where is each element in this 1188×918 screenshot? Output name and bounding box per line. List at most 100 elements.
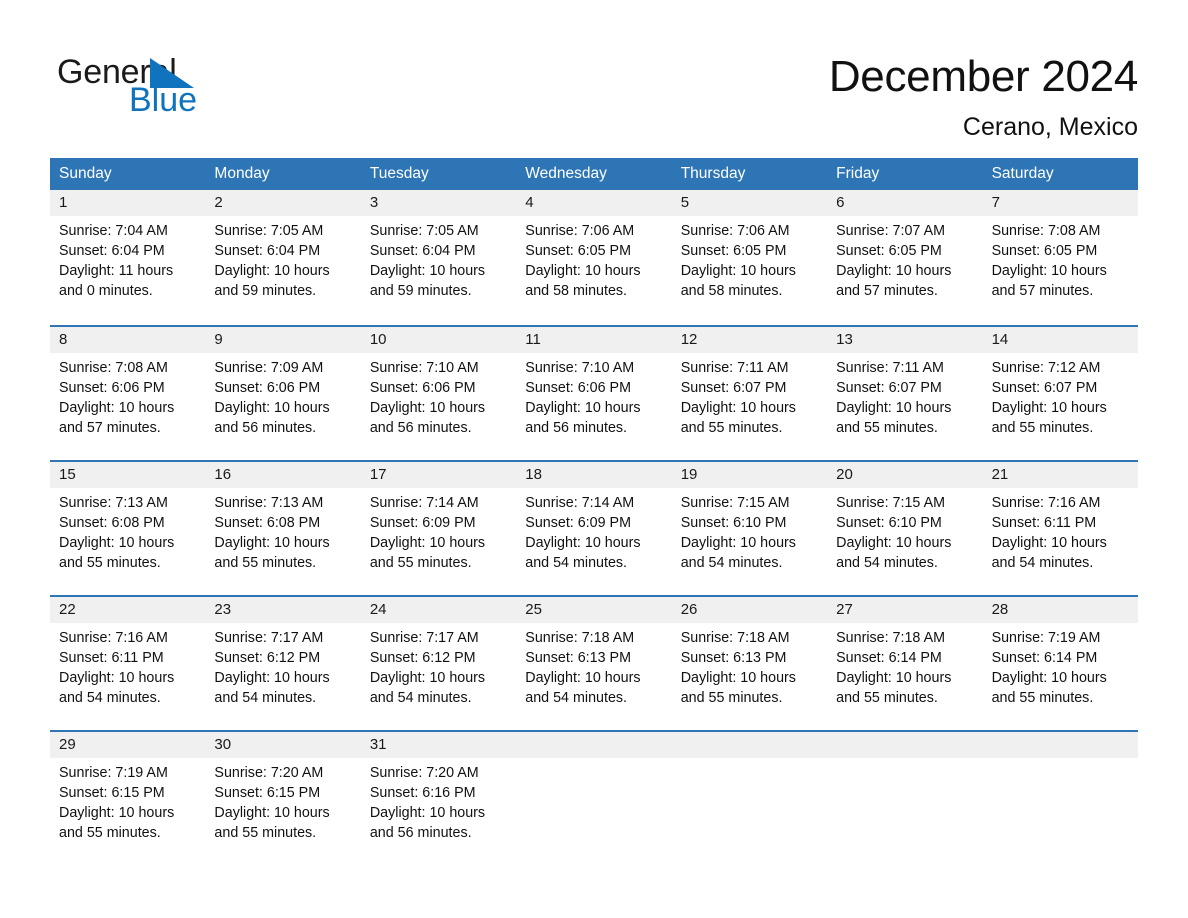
- calendar-day-cell-empty: [671, 732, 828, 865]
- calendar-day-cell[interactable]: 18 Sunrise: 7:14 AM Sunset: 6:09 PM Dayli…: [516, 462, 672, 595]
- day-number: 26: [671, 597, 828, 623]
- location-subtitle: Cerano, Mexico: [962, 113, 1138, 141]
- day-of-week-header-friday: Friday: [836, 165, 880, 182]
- calendar-day-cell[interactable]: 20 Sunrise: 7:15 AM Sunset: 6:10 PM Dayli…: [827, 462, 983, 595]
- calendar-day-cell[interactable]: 30 Sunrise: 7:20 AM Sunset: 6:15 PM Dayli…: [205, 732, 361, 865]
- day-number: 21: [982, 462, 1138, 488]
- sun-info-text: Sunrise: 7:19 AM Sunset: 6:14 PM Dayligh…: [991, 630, 1107, 707]
- calendar-day-cell[interactable]: 16 Sunrise: 7:13 AM Sunset: 6:08 PM Dayli…: [205, 462, 361, 595]
- sun-info-text: Sunrise: 7:13 AM Sunset: 6:08 PM Dayligh…: [214, 495, 330, 572]
- calendar-day-cell[interactable]: 11 Sunrise: 7:10 AM Sunset: 6:06 PM Dayli…: [516, 327, 672, 460]
- calendar-week-row: 15 Sunrise: 7:13 AM Sunset: 6:08 PM Dayli…: [50, 460, 1138, 595]
- calendar-day-cell[interactable]: 22 Sunrise: 7:16 AM Sunset: 6:11 PM Dayli…: [50, 597, 206, 730]
- sun-info-text: Sunrise: 7:17 AM Sunset: 6:12 PM Dayligh…: [369, 630, 486, 707]
- calendar-page: General Blue December 2024 Cerano, Mexic…: [0, 0, 1188, 918]
- day-number: 22: [50, 597, 206, 623]
- day-number: 25: [516, 597, 672, 623]
- day-number: 12: [671, 327, 828, 353]
- day-number: [827, 732, 983, 758]
- sun-info-text: Sunrise: 7:06 AM Sunset: 6:05 PM Dayligh…: [525, 223, 641, 300]
- calendar-day-cell[interactable]: 27 Sunrise: 7:18 AM Sunset: 6:14 PM Dayli…: [827, 597, 983, 730]
- sun-info-text: Sunrise: 7:18 AM Sunset: 6:14 PM Dayligh…: [836, 630, 952, 707]
- sun-info-text: Sunrise: 7:08 AM Sunset: 6:06 PM Dayligh…: [59, 360, 175, 437]
- day-number: 27: [827, 597, 983, 623]
- sun-info-text: Sunrise: 7:04 AM Sunset: 6:04 PM Dayligh…: [59, 223, 174, 300]
- day-number: 13: [827, 327, 983, 353]
- day-number: 28: [982, 597, 1138, 623]
- sun-info-text: Sunrise: 7:16 AM Sunset: 6:11 PM Dayligh…: [59, 630, 175, 707]
- calendar-day-cell[interactable]: 8 Sunrise: 7:08 AM Sunset: 6:06 PM Daylig…: [50, 327, 206, 460]
- day-number: 15: [50, 462, 206, 488]
- calendar-day-cell[interactable]: 21 Sunrise: 7:16 AM Sunset: 6:11 PM Dayli…: [982, 462, 1138, 595]
- day-number: 6: [827, 190, 983, 216]
- calendar-day-cell[interactable]: 13 Sunrise: 7:11 AM Sunset: 6:07 PM Dayli…: [827, 327, 983, 460]
- day-number: 23: [205, 597, 361, 623]
- sun-info-text: Sunrise: 7:14 AM Sunset: 6:09 PM Dayligh…: [525, 495, 641, 572]
- day-number: [671, 732, 828, 758]
- sun-info-text: Sunrise: 7:10 AM Sunset: 6:06 PM Dayligh…: [369, 360, 486, 437]
- day-number: [982, 732, 1138, 758]
- day-number: 4: [516, 190, 672, 216]
- sun-info-text: Sunrise: 7:16 AM Sunset: 6:11 PM Dayligh…: [991, 495, 1107, 572]
- general-blue-logo: General Blue: [57, 52, 387, 132]
- day-of-week-header-thursday: Thursday: [680, 165, 746, 182]
- sun-info-text: Sunrise: 7:11 AM Sunset: 6:07 PM Dayligh…: [836, 360, 952, 437]
- day-number: 5: [671, 190, 828, 216]
- day-number: 19: [671, 462, 828, 488]
- calendar-day-cell[interactable]: 2 Sunrise: 7:05 AM Sunset: 6:04 PM Daylig…: [205, 190, 361, 325]
- day-of-week-header-saturday: Saturday: [991, 165, 1054, 182]
- sun-info-text: Sunrise: 7:20 AM Sunset: 6:16 PM Dayligh…: [369, 765, 486, 842]
- calendar-body: 1 Sunrise: 7:04 AM Sunset: 6:04 PM Daylig…: [50, 190, 1138, 865]
- sun-info-text: Sunrise: 7:15 AM Sunset: 6:10 PM Dayligh…: [836, 495, 952, 572]
- calendar-day-cell[interactable]: 25 Sunrise: 7:18 AM Sunset: 6:13 PM Dayli…: [516, 597, 672, 730]
- calendar-header-row: Sunday Monday Tuesday Wednesday Thursday Frid…: [50, 158, 1138, 190]
- calendar-day-cell[interactable]: 29 Sunrise: 7:19 AM Sunset: 6:15 PM Dayli…: [50, 732, 206, 865]
- calendar-day-cell[interactable]: 31 Sunrise: 7:20 AM Sunset: 6:16 PM Dayli…: [360, 732, 517, 865]
- calendar-day-cell[interactable]: 26 Sunrise: 7:18 AM Sunset: 6:13 PM Dayli…: [671, 597, 828, 730]
- sun-info-text: Sunrise: 7:06 AM Sunset: 6:05 PM Dayligh…: [680, 223, 796, 300]
- day-number: 2: [205, 190, 361, 216]
- calendar-day-cell[interactable]: 1 Sunrise: 7:04 AM Sunset: 6:04 PM Daylig…: [50, 190, 206, 325]
- calendar-day-cell[interactable]: 12 Sunrise: 7:11 AM Sunset: 6:07 PM Dayli…: [671, 327, 828, 460]
- calendar-day-cell[interactable]: 10 Sunrise: 7:10 AM Sunset: 6:06 PM Dayli…: [360, 327, 517, 460]
- logo-text-blue: Blue: [129, 81, 198, 119]
- sun-info-text: Sunrise: 7:14 AM Sunset: 6:09 PM Dayligh…: [369, 495, 486, 572]
- day-of-week-header-tuesday: Tuesday: [369, 165, 429, 182]
- calendar-day-cell[interactable]: 28 Sunrise: 7:19 AM Sunset: 6:14 PM Dayli…: [982, 597, 1138, 730]
- calendar-day-cell[interactable]: 4 Sunrise: 7:06 AM Sunset: 6:05 PM Daylig…: [516, 190, 672, 325]
- calendar-day-cell-empty: [982, 732, 1138, 865]
- calendar-day-cell[interactable]: 24 Sunrise: 7:17 AM Sunset: 6:12 PM Dayli…: [360, 597, 517, 730]
- day-number: 7: [982, 190, 1138, 216]
- page-title: December 2024: [828, 52, 1138, 101]
- calendar-week-row: 22 Sunrise: 7:16 AM Sunset: 6:11 PM Dayli…: [50, 595, 1138, 730]
- page-header: General Blue December 2024 Cerano, Mexic…: [0, 0, 1188, 155]
- day-number: 20: [827, 462, 983, 488]
- calendar-day-cell[interactable]: 15 Sunrise: 7:13 AM Sunset: 6:08 PM Dayli…: [50, 462, 206, 595]
- calendar-week-row: 8 Sunrise: 7:08 AM Sunset: 6:06 PM Daylig…: [50, 325, 1138, 460]
- calendar-day-cell[interactable]: 6 Sunrise: 7:07 AM Sunset: 6:05 PM Daylig…: [827, 190, 983, 325]
- day-number: 29: [50, 732, 206, 758]
- calendar-day-cell[interactable]: 3 Sunrise: 7:05 AM Sunset: 6:04 PM Daylig…: [360, 190, 517, 325]
- sun-info-text: Sunrise: 7:18 AM Sunset: 6:13 PM Dayligh…: [525, 630, 641, 707]
- calendar-day-cell[interactable]: 14 Sunrise: 7:12 AM Sunset: 6:07 PM Dayli…: [982, 327, 1138, 460]
- day-number: 16: [205, 462, 361, 488]
- day-number: 1: [50, 190, 206, 216]
- day-number: 9: [205, 327, 361, 353]
- day-of-week-header-monday: Monday: [214, 165, 270, 182]
- calendar-day-cell[interactable]: 23 Sunrise: 7:17 AM Sunset: 6:12 PM Dayli…: [205, 597, 361, 730]
- day-number: 11: [516, 327, 672, 353]
- sun-info-text: Sunrise: 7:08 AM Sunset: 6:05 PM Dayligh…: [991, 223, 1107, 300]
- day-number: [516, 732, 672, 758]
- calendar-week-row: 29 Sunrise: 7:19 AM Sunset: 6:15 PM Dayli…: [50, 730, 1138, 865]
- calendar-day-cell[interactable]: 7 Sunrise: 7:08 AM Sunset: 6:05 PM Daylig…: [982, 190, 1138, 325]
- day-number: 30: [205, 732, 361, 758]
- calendar-day-cell[interactable]: 19 Sunrise: 7:15 AM Sunset: 6:10 PM Dayli…: [671, 462, 828, 595]
- calendar-day-cell-empty: [827, 732, 983, 865]
- calendar-day-cell[interactable]: 17 Sunrise: 7:14 AM Sunset: 6:09 PM Dayli…: [360, 462, 517, 595]
- sun-info-text: Sunrise: 7:17 AM Sunset: 6:12 PM Dayligh…: [214, 630, 330, 707]
- title-block: December 2024 Cerano, Mexico: [829, 50, 1138, 144]
- calendar-day-cell[interactable]: 5 Sunrise: 7:06 AM Sunset: 6:05 PM Daylig…: [671, 190, 828, 325]
- sun-info-text: Sunrise: 7:05 AM Sunset: 6:04 PM Dayligh…: [214, 223, 330, 300]
- day-of-week-header-sunday: Sunday: [59, 165, 112, 182]
- calendar-day-cell[interactable]: 9 Sunrise: 7:09 AM Sunset: 6:06 PM Daylig…: [205, 327, 361, 460]
